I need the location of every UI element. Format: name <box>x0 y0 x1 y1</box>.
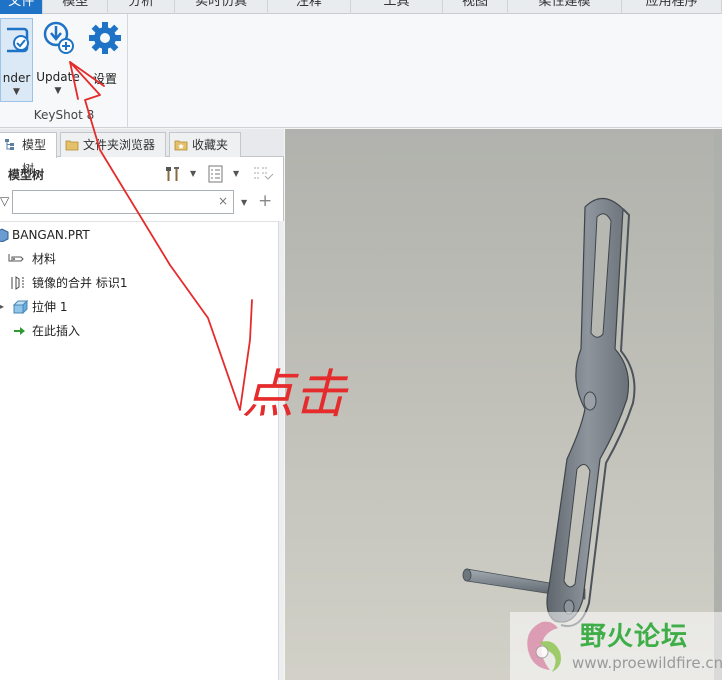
ribbon-group-label: KeyShot 8 <box>33 108 95 122</box>
ribbon: nder ▼ Update ▼ 设置 KeyShot 8 <box>0 14 722 128</box>
tree-node-label: 在此插入 <box>32 324 81 338</box>
search-dropdown-icon[interactable]: ▼ <box>241 198 247 207</box>
tree-search-row: ▽ × ▼ + <box>0 189 284 217</box>
watermark-logo-icon <box>527 621 561 672</box>
navigator-tabs: 模型树 文件夹浏览器 收藏夹 <box>0 129 284 176</box>
menu-item[interactable]: 分析 <box>108 0 176 14</box>
tree-columns-icon[interactable] <box>252 165 274 183</box>
tab-file-browser[interactable]: 文件夹浏览器 <box>60 132 166 157</box>
render-label: nder <box>2 71 31 85</box>
viewport-scroll-edge <box>714 129 722 680</box>
menu-item[interactable]: 文件 <box>0 0 44 14</box>
update-label: Update <box>36 70 80 84</box>
tree-node-mirror-merge[interactable]: 镜像的合并 标识1 <box>0 272 220 294</box>
keyshot-ribbon-group: nder ▼ Update ▼ 设置 KeyShot 8 <box>0 14 128 128</box>
update-button[interactable]: Update ▼ <box>35 18 81 102</box>
part-model-render <box>462 197 636 627</box>
menu-item[interactable]: 模型 <box>43 0 109 14</box>
tab-model-tree[interactable]: 模型树 <box>0 132 57 176</box>
forum-watermark: 野火论坛 www.proewildfire.cn <box>510 612 722 680</box>
update-icon <box>43 21 74 54</box>
menu-item[interactable]: 实时仿真 <box>175 0 268 14</box>
gear-icon <box>89 22 121 54</box>
tree-show-chevron-icon[interactable]: ▼ <box>233 169 239 178</box>
tree-header: 模型树 ▼ ▼ <box>0 163 284 183</box>
menu-item[interactable]: 工具 <box>351 0 444 14</box>
tree-node-insert-here[interactable]: 在此插入 <box>0 320 200 342</box>
material-icon <box>8 254 24 262</box>
graphics-viewport[interactable] <box>285 129 722 680</box>
model-tree: BANGAN.PRT 材料 镜像的合并 标识1 ▸ 拉伸 1 在此插入 <box>0 221 278 680</box>
tree-title: 模型树 <box>8 168 45 182</box>
menu-item[interactable]: 柔性建模 <box>508 0 623 14</box>
watermark-title: 野火论坛 <box>580 622 689 652</box>
tree-search-input[interactable] <box>12 190 234 214</box>
favorites-folder-icon <box>174 140 188 151</box>
tree-node-label: 镜像的合并 标识1 <box>32 276 128 290</box>
add-icon[interactable]: + <box>258 191 272 211</box>
tab-favorites[interactable]: 收藏夹 <box>169 132 241 157</box>
tree-scrollbar[interactable] <box>278 221 284 680</box>
tree-settings-chevron-icon[interactable]: ▼ <box>190 169 196 178</box>
model-tree-icon <box>5 139 14 150</box>
settings-label: 设置 <box>92 72 117 86</box>
tree-node-label: 材料 <box>32 252 57 266</box>
menu-bar: 文件 模型 分析 实时仿真 注释 工具 视图 柔性建模 应用程序 <box>0 0 722 14</box>
tab-favorites-label: 收藏夹 <box>192 138 229 152</box>
tree-node-part[interactable]: BANGAN.PRT <box>0 224 200 246</box>
tree-node-label: 拉伸 1 <box>32 300 68 314</box>
folder-browser-icon <box>65 140 79 151</box>
tree-settings-icon[interactable] <box>164 165 182 183</box>
filter-icon[interactable]: ▽ <box>0 194 9 208</box>
tree-node-material[interactable]: 材料 <box>0 248 200 270</box>
extrude-icon <box>12 300 28 314</box>
insert-arrow-icon <box>14 327 25 335</box>
tree-show-icon[interactable] <box>207 165 225 183</box>
render-dropdown-icon[interactable]: ▼ <box>13 87 20 97</box>
tree-node-extrude[interactable]: ▸ 拉伸 1 <box>0 296 200 318</box>
menu-item[interactable]: 视图 <box>443 0 508 14</box>
watermark-url: www.proewildfire.cn <box>572 654 722 672</box>
settings-button[interactable]: 设置 <box>84 18 126 102</box>
clear-search-icon[interactable]: × <box>218 194 228 208</box>
tab-file-browser-label: 文件夹浏览器 <box>83 138 156 152</box>
part-icon <box>0 228 9 242</box>
mirror-merge-icon <box>11 276 24 290</box>
update-dropdown-icon[interactable]: ▼ <box>55 86 62 96</box>
menu-item[interactable]: 应用程序 <box>622 0 722 14</box>
expand-icon[interactable]: ▸ <box>0 296 4 318</box>
menu-item[interactable]: 注释 <box>268 0 351 14</box>
render-button[interactable]: nder ▼ <box>0 18 33 102</box>
tree-node-label: BANGAN.PRT <box>12 228 90 242</box>
navigator-panel: 模型树 文件夹浏览器 收藏夹 模型树 ▼ ▼ ▽ × ▼ + BANGAN.PR… <box>0 129 284 680</box>
